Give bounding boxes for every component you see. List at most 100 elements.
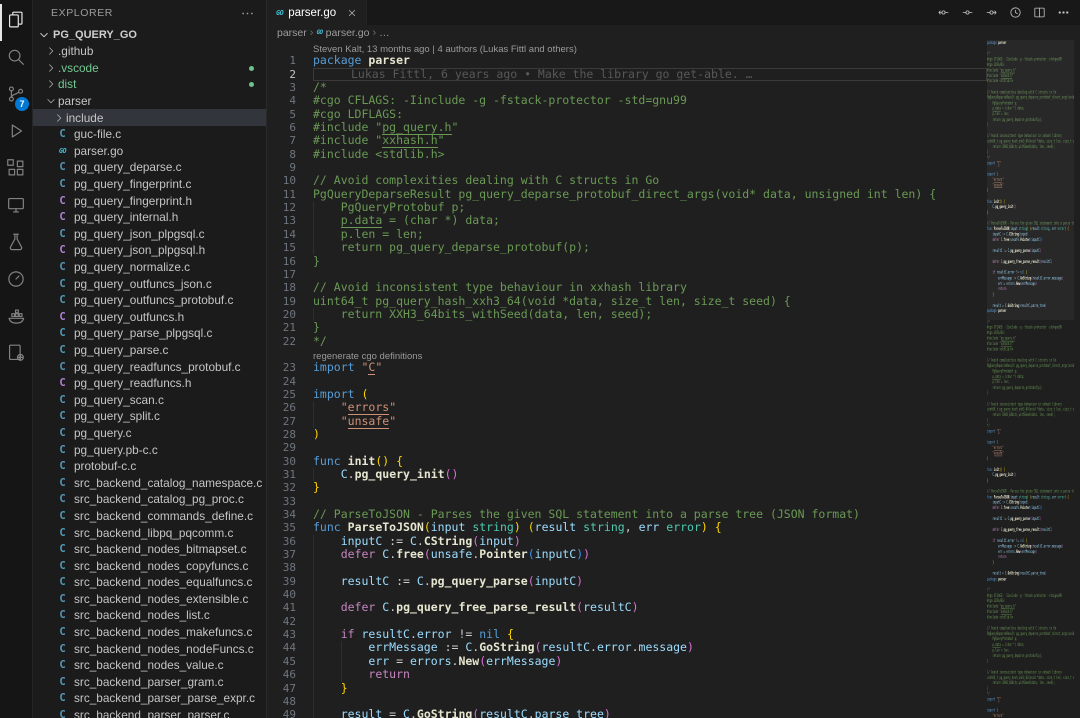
code-line-42[interactable]: 42 [267, 615, 987, 628]
breadcrumb-symbol[interactable]: … [379, 27, 390, 39]
tree-folder--github[interactable]: .github [33, 43, 266, 60]
tree-file-src-backend-parser-parser-c[interactable]: Csrc_backend_parser_parser.c [33, 707, 266, 718]
code-line-37[interactable]: 37 defer C.free(unsafe.Pointer(inputC)) [267, 548, 987, 561]
tree-file-pg-query-normalize-c[interactable]: Cpg_query_normalize.c [33, 259, 266, 276]
codelens[interactable]: Steven Kalt, 13 months ago | 4 authors (… [267, 41, 987, 54]
code-line-36[interactable]: 36 inputC := C.CString(input) [267, 535, 987, 548]
code-line-31[interactable]: 31 C.pg_query_init() [267, 468, 987, 481]
activitybar-timer[interactable] [0, 263, 32, 300]
more-actions-icon[interactable] [1055, 4, 1072, 21]
code-line-19[interactable]: 19uint64_t pg_query_hash_xxh3_64(void *d… [267, 295, 987, 308]
close-icon[interactable] [344, 5, 359, 20]
activitybar-run-and-debug[interactable] [0, 115, 32, 152]
code-line-45[interactable]: 45 err = errors.New(errMessage) [267, 655, 987, 668]
tree-file-pg-query-readfuncs-h[interactable]: Cpg_query_readfuncs.h [33, 375, 266, 392]
code-line-6[interactable]: 6#include "pg_query.h" [267, 121, 987, 134]
activitybar-explorer[interactable] [0, 4, 32, 41]
tree-file-pg-query-deparse-c[interactable]: Cpg_query_deparse.c [33, 159, 266, 176]
code-line-41[interactable]: 41 defer C.pg_query_free_parse_result(re… [267, 601, 987, 614]
tree-file-pg-query-outfuncs-json-c[interactable]: Cpg_query_outfuncs_json.c [33, 275, 266, 292]
tree-file-src-backend-nodes-nodefuncs-c[interactable]: Csrc_backend_nodes_nodeFuncs.c [33, 640, 266, 657]
code-line-25[interactable]: 25import ( [267, 388, 987, 401]
code-line-38[interactable]: 38 [267, 561, 987, 574]
activitybar-remote-explorer[interactable] [0, 189, 32, 226]
code-line-12[interactable]: 12 PgQueryProtobuf p; [267, 201, 987, 214]
tree-file-pg-query-outfuncs-h[interactable]: Cpg_query_outfuncs.h [33, 309, 266, 326]
tree-folder-parser[interactable]: parser [33, 93, 266, 110]
tree-file-src-backend-nodes-copyfuncs-c[interactable]: Csrc_backend_nodes_copyfuncs.c [33, 557, 266, 574]
tree-file-pg-query-scan-c[interactable]: Cpg_query_scan.c [33, 391, 266, 408]
minimap[interactable]: Steven Kalt, 13 months ago | 4 authors (… [987, 40, 1074, 718]
workspace-section-header[interactable]: PG_QUERY_GO [33, 26, 266, 43]
gitlens-changes-icon[interactable] [983, 4, 1000, 21]
code-line-46[interactable]: 46 return [267, 668, 987, 681]
activitybar-notebook-settings[interactable] [0, 337, 32, 374]
tree-file-src-backend-parser-gram-c[interactable]: Csrc_backend_parser_gram.c [33, 674, 266, 691]
tree-file-pg-query-fingerprint-h[interactable]: Cpg_query_fingerprint.h [33, 192, 266, 209]
tree-file-pg-query-c[interactable]: Cpg_query.c [33, 425, 266, 442]
code-line-17[interactable]: 17 [267, 268, 987, 281]
tree-file-src-backend-parser-parse-expr-c[interactable]: Csrc_backend_parser_parse_expr.c [33, 690, 266, 707]
code-line-35[interactable]: 35func ParseToJSON(input string) (result… [267, 521, 987, 534]
code-line-16[interactable]: 16} [267, 255, 987, 268]
code-line-28[interactable]: 28) [267, 428, 987, 441]
gitlens-compare-icon[interactable] [959, 4, 976, 21]
tree-file-pg-query-parse-c[interactable]: Cpg_query_parse.c [33, 342, 266, 359]
activitybar-source-control[interactable]: 7 [0, 78, 32, 115]
tree-folder-include[interactable]: include [33, 109, 266, 126]
tree-file-pg-query-internal-h[interactable]: Cpg_query_internal.h [33, 209, 266, 226]
code-line-49[interactable]: 49 result = C.GoString(resultC.parse_tre… [267, 708, 987, 718]
tree-file-src-backend-commands-define-c[interactable]: Csrc_backend_commands_define.c [33, 508, 266, 525]
activitybar-testing[interactable] [0, 226, 32, 263]
tree-file-pg-query-json-plpgsql-c[interactable]: Cpg_query_json_plpgsql.c [33, 226, 266, 243]
tree-file-src-backend-catalog-pg-proc-c[interactable]: Csrc_backend_catalog_pg_proc.c [33, 491, 266, 508]
tree-file-src-backend-catalog-namespace-c[interactable]: Csrc_backend_catalog_namespace.c [33, 474, 266, 491]
code-line-22[interactable]: 22*/ [267, 335, 987, 348]
tree-folder--vscode[interactable]: .vscode [33, 60, 266, 77]
code-line-44[interactable]: 44 errMessage := C.GoString(resultC.erro… [267, 641, 987, 654]
code-line-20[interactable]: 20 return XXH3_64bits_withSeed(data, len… [267, 308, 987, 321]
code-line-29[interactable]: 29 [267, 441, 987, 454]
tree-file-src-backend-nodes-makefuncs-c[interactable]: Csrc_backend_nodes_makefuncs.c [33, 624, 266, 641]
code-line-14[interactable]: 14 p.len = len; [267, 228, 987, 241]
code-line-39[interactable]: 39 resultC := C.pg_query_parse(inputC) [267, 575, 987, 588]
code-line-48[interactable]: 48 [267, 695, 987, 708]
tree-file-pg-query-fingerprint-c[interactable]: Cpg_query_fingerprint.c [33, 176, 266, 193]
tree-file-pg-query-json-plpgsql-h[interactable]: Cpg_query_json_plpgsql.h [33, 242, 266, 259]
code-line-32[interactable]: 32} [267, 481, 987, 494]
code-line-33[interactable]: 33 [267, 495, 987, 508]
code-line-26[interactable]: 26 "errors" [267, 401, 987, 414]
code-line-5[interactable]: 5#cgo LDFLAGS: [267, 108, 987, 121]
codelens[interactable]: regenerate cgo definitions [267, 348, 987, 361]
code-line-24[interactable]: 24 [267, 375, 987, 388]
tree-folder-dist[interactable]: dist [33, 76, 266, 93]
tree-file-pg-query-outfuncs-protobuf-c[interactable]: Cpg_query_outfuncs_protobuf.c [33, 292, 266, 309]
code-line-15[interactable]: 15 return pg_query_deparse_protobuf(p); [267, 241, 987, 254]
tree-file-guc-file-c[interactable]: Cguc-file.c [33, 126, 266, 143]
tree-file-pg-query-split-c[interactable]: Cpg_query_split.c [33, 408, 266, 425]
tree-file-src-backend-nodes-equalfuncs-c[interactable]: Csrc_backend_nodes_equalfuncs.c [33, 574, 266, 591]
tab-parser-go[interactable]: GO parser.go [267, 0, 367, 25]
code-line-9[interactable]: 9 [267, 161, 987, 174]
tree-file-protobuf-c-c[interactable]: Cprotobuf-c.c [33, 458, 266, 475]
code-line-34[interactable]: 34// ParseToJSON - Parses the given SQL … [267, 508, 987, 521]
activitybar-extensions[interactable] [0, 152, 32, 189]
code-line-47[interactable]: 47 } [267, 682, 987, 695]
activitybar-docker[interactable] [0, 300, 32, 337]
code-line-11[interactable]: 11PgQueryDeparseResult pg_query_deparse_… [267, 188, 987, 201]
code-line-1[interactable]: 1package parser [267, 54, 987, 67]
activitybar-search[interactable] [0, 41, 32, 78]
code-line-4[interactable]: 4#cgo CFLAGS: -Iinclude -g -fstack-prote… [267, 94, 987, 107]
tree-file-pg-query-readfuncs-protobuf-c[interactable]: Cpg_query_readfuncs_protobuf.c [33, 358, 266, 375]
timeline-icon[interactable] [1007, 4, 1024, 21]
tree-file-src-backend-nodes-list-c[interactable]: Csrc_backend_nodes_list.c [33, 607, 266, 624]
breadcrumb-folder[interactable]: parser [277, 27, 307, 39]
code-line-21[interactable]: 21} [267, 321, 987, 334]
code-line-43[interactable]: 43 if resultC.error != nil { [267, 628, 987, 641]
code-line-8[interactable]: 8#include <stdlib.h> [267, 148, 987, 161]
code-line-18[interactable]: 18// Avoid inconsistent type behaviour i… [267, 281, 987, 294]
code-line-7[interactable]: 7#include "xxhash.h" [267, 134, 987, 147]
code-line-27[interactable]: 27 "unsafe" [267, 415, 987, 428]
code-line-2[interactable]: 2Lukas Fittl, 6 years ago • Make the lib… [267, 68, 987, 81]
code-line-13[interactable]: 13 p.data = (char *) data; [267, 214, 987, 227]
